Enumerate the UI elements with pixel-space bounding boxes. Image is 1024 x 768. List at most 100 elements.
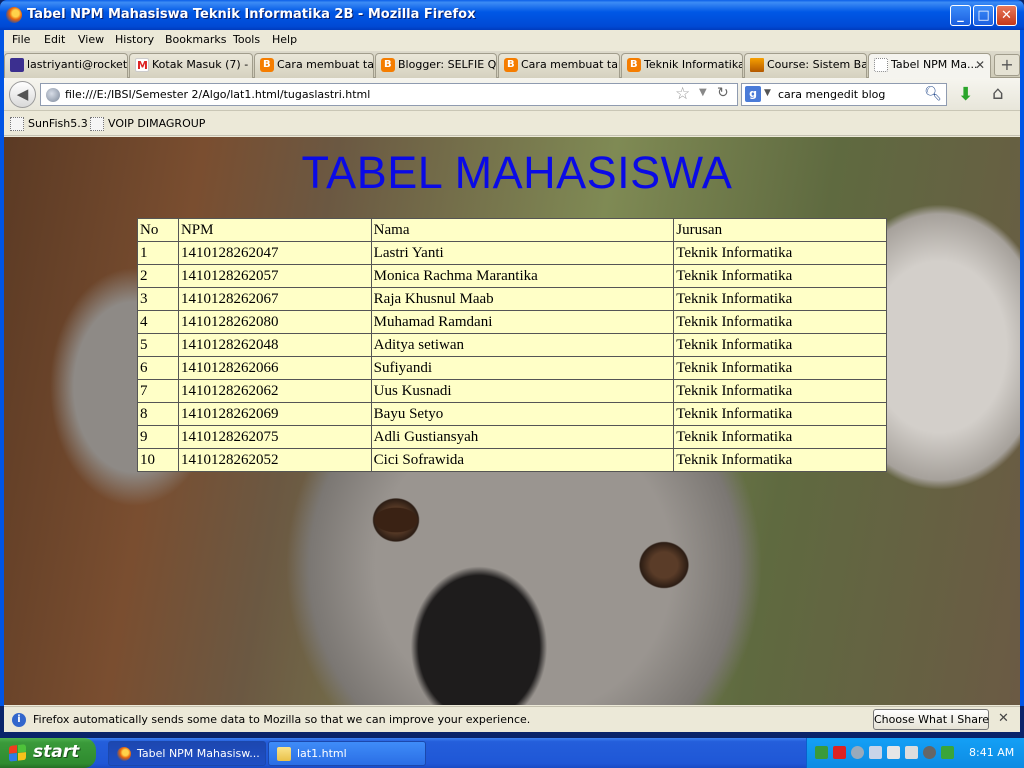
table-row: 9 1410128262075 Adli Gustiansyah Teknik Inf…: [137, 425, 887, 449]
new-tab-button[interactable]: +: [994, 54, 1020, 76]
cell-npm: 1410128262052: [177, 448, 372, 472]
menu-help[interactable]: Help: [272, 33, 297, 46]
home-icon[interactable]: ⌂: [992, 83, 1003, 104]
table-row: 3 1410128262067 Raja Khusnul Maab Teknik In…: [137, 287, 887, 311]
taskbar: start Tabel NPM Mahasisw... lat1.html 8:…: [0, 738, 1024, 768]
download-icon[interactable]: ⬇: [958, 84, 973, 105]
tab-blogger-selfie[interactable]: Blogger: SELFIE Q...: [375, 53, 497, 78]
menu-bookmarks[interactable]: Bookmarks: [165, 33, 226, 46]
minimize-button[interactable]: _: [950, 5, 971, 26]
blogger-icon: [381, 54, 395, 76]
url-bar[interactable]: file:///E:/IBSI/Semester 2/Algo/lat1.htm…: [40, 83, 738, 106]
cell-jurusan: Teknik Informatika: [673, 333, 887, 357]
cell-nama: Bayu Setyo: [370, 402, 675, 426]
choose-what-i-share-button[interactable]: Choose What I Share: [873, 709, 989, 730]
tab-tabel-npm[interactable]: Tabel NPM Ma... ✕: [868, 53, 991, 79]
search-bar[interactable]: g ▼ cara mengedit blog 🔍︎: [741, 83, 947, 106]
notification-text: Firefox automatically sends some data to…: [33, 713, 531, 726]
bookmark-star-icon[interactable]: ☆: [675, 84, 690, 104]
cell-nama: Raja Khusnul Maab: [370, 287, 675, 311]
tab-strip: lastriyanti@rocket... Kotak Masuk (7) - …: [4, 51, 1020, 79]
back-button[interactable]: ◀: [9, 81, 36, 108]
tab-rocketmail[interactable]: lastriyanti@rocket...: [4, 53, 128, 78]
cell-npm: 1410128262062: [177, 379, 372, 403]
bookmark-sunfish[interactable]: SunFish5.3: [10, 117, 88, 131]
cell-npm: 1410128262080: [177, 310, 372, 334]
tab-label: Kotak Masuk (7) - ...: [152, 58, 253, 71]
cell-nama: Sufiyandi: [370, 356, 675, 380]
search-engine-dropdown-icon[interactable]: ▼: [764, 88, 771, 98]
tab-label: Course: Sistem Ba...: [767, 58, 867, 71]
mail-icon: [10, 58, 24, 72]
tray-antivirus-icon[interactable]: [833, 746, 846, 759]
tray-monitor-icon[interactable]: [869, 746, 882, 759]
cell-npm: 1410128262048: [177, 333, 372, 357]
firefox-icon: [6, 7, 22, 23]
cell-jurusan: Teknik Informatika: [673, 241, 887, 265]
clock: 8:41 AM: [969, 746, 1015, 759]
tray-volume-icon[interactable]: [905, 746, 918, 759]
start-button[interactable]: start: [0, 738, 96, 768]
cell-jurusan: Teknik Informatika: [673, 287, 887, 311]
search-input[interactable]: cara mengedit blog: [778, 88, 885, 101]
course-icon: [750, 58, 764, 72]
tab-label: Cara membuat ta...: [277, 58, 374, 71]
close-window-button[interactable]: ✕: [996, 5, 1017, 26]
menu-edit[interactable]: Edit: [44, 33, 65, 46]
notification-close-icon[interactable]: ✕: [998, 711, 1009, 726]
page-title: TABEL MAHASISWA: [301, 147, 733, 198]
cell-nama: Adli Gustiansyah: [370, 425, 675, 449]
taskbar-item-label: Tabel NPM Mahasisw...: [137, 747, 260, 760]
table-row: 1 1410128262047 Lastri Yanti Teknik Informa…: [137, 241, 887, 265]
menu-view[interactable]: View: [78, 33, 104, 46]
menu-history[interactable]: History: [115, 33, 154, 46]
tab-label: Cara membuat ta...: [521, 58, 620, 71]
table-row: 10 1410128262052 Cici Sofrawida Teknik Info…: [137, 448, 887, 472]
tray-device-icon[interactable]: [887, 746, 900, 759]
column-header-npm: NPM: [177, 218, 372, 242]
window-title: Tabel NPM Mahasiswa Teknik Informatika 2…: [27, 7, 476, 22]
tray-update-icon[interactable]: [851, 746, 864, 759]
menu-tools[interactable]: Tools: [233, 33, 260, 46]
cell-npm: 1410128262075: [177, 425, 372, 449]
cell-no: 10: [137, 448, 179, 472]
close-tab-icon[interactable]: ✕: [975, 54, 985, 76]
reload-icon[interactable]: ↻: [717, 85, 729, 101]
tab-label: Blogger: SELFIE Q...: [398, 58, 497, 71]
cell-nama: Uus Kusnadi: [370, 379, 675, 403]
tray-vnc-icon[interactable]: [941, 746, 954, 759]
tab-course-sistem[interactable]: Course: Sistem Ba...: [744, 53, 867, 78]
cell-nama: Lastri Yanti: [370, 241, 675, 265]
tab-gmail[interactable]: Kotak Masuk (7) - ...: [129, 53, 253, 78]
tab-label: Teknik Informatika: [644, 58, 743, 71]
table-header-row: No NPM Nama Jurusan: [137, 218, 887, 242]
maximize-button[interactable]: □: [973, 5, 994, 26]
tab-teknik-informatika[interactable]: Teknik Informatika: [621, 53, 743, 78]
taskbar-item-firefox[interactable]: Tabel NPM Mahasisw...: [108, 741, 266, 766]
cell-jurusan: Teknik Informatika: [673, 379, 887, 403]
tab-cara-membuat-2[interactable]: Cara membuat ta...: [498, 53, 620, 78]
url-dropdown-icon[interactable]: ▼: [699, 87, 707, 98]
bookmark-voip-dimagroup[interactable]: VOIP DIMAGROUP: [90, 117, 205, 131]
cell-jurusan: Teknik Informatika: [673, 264, 887, 288]
taskbar-item-folder[interactable]: lat1.html: [268, 741, 426, 766]
menu-file[interactable]: File: [12, 33, 30, 46]
windows-logo-icon: [9, 744, 26, 762]
cell-no: 8: [137, 402, 179, 426]
gmail-icon: [135, 55, 149, 77]
folder-icon: [277, 747, 291, 761]
blogger-icon: [504, 54, 518, 76]
search-icon[interactable]: 🔍︎: [924, 86, 942, 102]
cell-npm: 1410128262067: [177, 287, 372, 311]
tab-cara-membuat-1[interactable]: Cara membuat ta...: [254, 53, 374, 78]
tray-network-icon[interactable]: [815, 746, 828, 759]
cell-jurusan: Teknik Informatika: [673, 448, 887, 472]
cell-jurusan: Teknik Informatika: [673, 356, 887, 380]
tray-app-icon[interactable]: [923, 746, 936, 759]
table-row: 5 1410128262048 Aditya setiwan Teknik Infor…: [137, 333, 887, 357]
window-title-bar[interactable]: Tabel NPM Mahasiswa Teknik Informatika 2…: [0, 0, 1024, 30]
cell-npm: 1410128262069: [177, 402, 372, 426]
url-text[interactable]: file:///E:/IBSI/Semester 2/Algo/lat1.htm…: [65, 88, 370, 101]
cell-no: 9: [137, 425, 179, 449]
google-icon[interactable]: g: [745, 86, 761, 102]
